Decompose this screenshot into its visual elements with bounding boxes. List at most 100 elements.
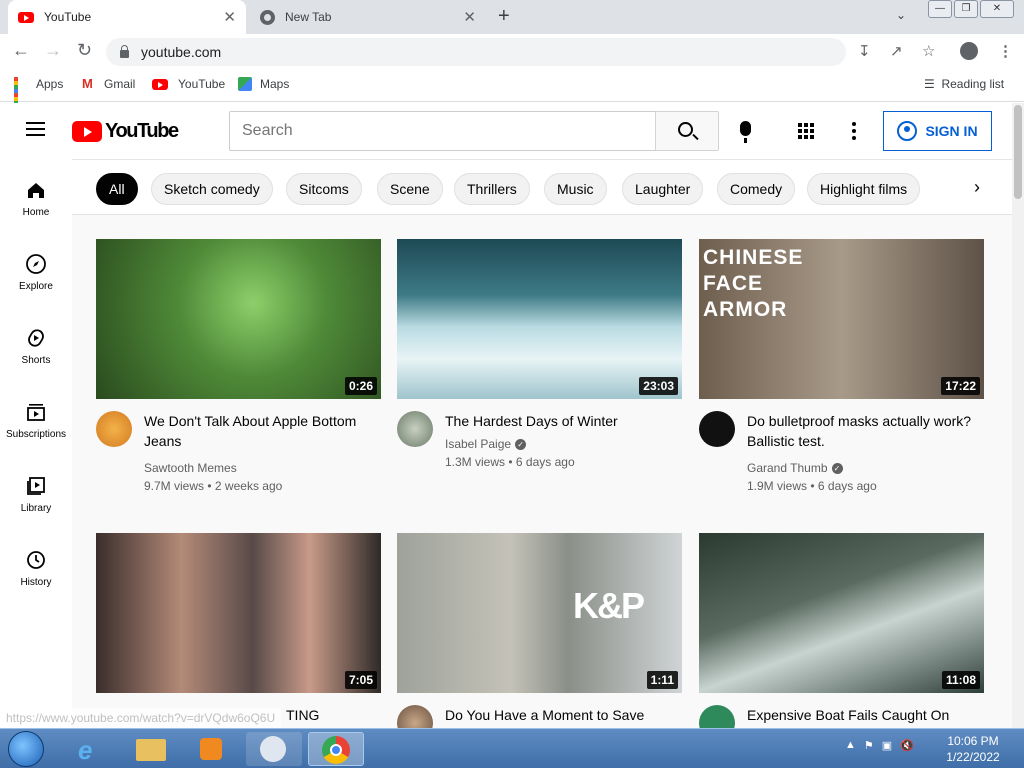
search-button[interactable] [655,111,719,151]
tab-title: YouTube [44,10,92,24]
new-tab-button[interactable]: + [498,5,510,28]
scrollbar-thumb[interactable] [1014,105,1022,199]
tab-new-tab[interactable]: New Tab ✕ [250,0,486,34]
chip-sketch-comedy[interactable]: Sketch comedy [151,173,273,205]
channel-name[interactable]: Garand Thumb [747,461,828,475]
video-title[interactable]: Expensive Boat Fails Caught On [747,705,977,725]
video-meta: Isabel Paige ✓ 1.3M views • 6 days ago [445,437,575,469]
file-explorer-icon[interactable] [124,732,180,766]
video-title[interactable]: Do bulletproof masks actually work? Ball… [747,411,977,451]
channel-avatar[interactable] [96,411,132,447]
video-title[interactable]: We Don't Talk About Apple Bottom Jeans [144,411,374,451]
channel-name[interactable]: Isabel Paige [445,437,511,451]
taskbar-app-icon[interactable] [246,732,302,766]
reading-list-label: Reading list [941,77,1005,91]
search-input[interactable] [229,111,656,151]
bookmarks-bar: Apps M Gmail YouTube Maps [0,70,1024,113]
video-thumbnail[interactable]: 7:05 [96,533,381,693]
chip-scene[interactable]: Scene [377,173,443,205]
taskbar-clock[interactable]: 10:06 PM 1/22/2022 [938,733,1008,765]
video-title[interactable]: Do You Have a Moment to Save [445,705,675,725]
address-bar[interactable]: youtube.com [106,38,846,66]
page-scrollbar[interactable] [1012,103,1024,728]
sidebar-item-home[interactable]: Home [0,179,72,218]
close-tab-icon[interactable]: ✕ [223,8,236,26]
reading-list-button[interactable]: ☰ Reading list [924,77,1004,91]
video-title[interactable]: TING [286,705,376,725]
sidebar-item-label: Subscriptions [5,429,67,440]
reload-icon[interactable]: ↻ [77,40,92,61]
chip-music[interactable]: Music [544,173,607,205]
close-tab-icon[interactable]: ✕ [463,8,476,26]
channel-avatar[interactable] [397,705,433,728]
video-thumbnail[interactable]: 11:08 [699,533,984,693]
video-thumbnail[interactable]: 23:03 [397,239,682,399]
video-thumbnail[interactable]: 0:26 [96,239,381,399]
upload-age: 6 days ago [817,479,877,493]
forward-arrow-icon[interactable]: → [44,40,62,61]
channel-avatar[interactable] [397,411,433,447]
library-icon [27,477,45,495]
bookmark-label: Maps [260,77,290,91]
windows-taskbar: e ▲ ⚑ ▣ 🔇 10:06 PM 1/22/2022 [0,728,1024,768]
volume-muted-icon[interactable]: 🔇 [900,739,914,752]
bookmark-youtube[interactable]: YouTube [152,77,225,91]
settings-more-icon[interactable] [852,122,856,143]
start-button-icon[interactable] [8,731,44,767]
video-duration: 0:26 [344,377,377,395]
chip-laughter[interactable]: Laughter [622,173,704,205]
chip-all[interactable]: All [96,173,138,205]
url-text: youtube.com [141,44,222,60]
chevron-right-icon[interactable]: › [974,177,980,198]
channel-avatar[interactable] [699,705,735,728]
youtube-logo[interactable]: YouTube [72,120,179,143]
clock-time: 10:06 PM [947,734,999,748]
youtube-logo-icon [72,121,102,142]
chip-highlight-films[interactable]: Highlight films [807,173,921,205]
close-window-button[interactable]: ✕ [980,0,1014,18]
bookmark-maps[interactable]: Maps [238,77,289,91]
chip-sitcoms[interactable]: Sitcoms [286,173,362,205]
network-icon[interactable]: ▣ [882,739,892,752]
video-thumbnail[interactable]: CHINESE FACE ARMOR 17:22 [699,239,984,399]
sign-in-button[interactable]: SIGN IN [883,111,992,151]
video-title[interactable]: The Hardest Days of Winter [445,411,675,431]
profile-avatar-icon[interactable] [960,42,978,60]
home-icon [28,183,44,198]
install-app-icon[interactable]: ↧ [858,42,871,60]
sidebar-item-label: Shorts [21,355,51,366]
chrome-taskbar-icon[interactable] [308,732,364,766]
verified-check-icon: ✓ [831,463,843,475]
sidebar-item-subscriptions[interactable]: Subscriptions [0,401,72,440]
chip-comedy[interactable]: Comedy [717,173,796,205]
microphone-icon[interactable] [740,121,751,143]
internet-explorer-icon[interactable]: e [64,732,120,766]
chip-thrillers[interactable]: Thrillers [454,173,530,205]
share-icon[interactable]: ↗ [890,42,903,60]
hamburger-menu-icon[interactable] [26,122,45,140]
bookmark-star-icon[interactable]: ☆ [922,42,935,60]
video-thumbnail[interactable]: K&P 1:11 [397,533,682,693]
channel-avatar[interactable] [699,411,735,447]
flag-icon[interactable]: ⚑ [864,739,874,752]
tray-expand-icon[interactable]: ▲ [845,739,856,752]
browser-menu-icon[interactable]: ⋮ [998,42,1013,60]
media-player-icon[interactable] [184,732,240,766]
youtube-apps-icon[interactable] [798,123,814,139]
tab-youtube[interactable]: YouTube ✕ [8,0,246,34]
bookmark-gmail[interactable]: M Gmail [82,77,135,92]
maps-icon [238,77,252,91]
sidebar-item-shorts[interactable]: Shorts [0,327,72,366]
sidebar-item-library[interactable]: Library [0,475,72,514]
maximize-button[interactable]: ❐ [954,0,978,18]
video-duration: 1:11 [646,671,678,689]
history-icon [27,551,45,569]
minimize-button[interactable]: — [928,0,952,18]
sidebar-item-history[interactable]: History [0,549,72,588]
back-arrow-icon[interactable]: ← [12,40,30,61]
tab-search-chevron-down-icon[interactable]: ⌄ [896,8,906,22]
bookmark-apps[interactable]: Apps [14,77,63,113]
sidebar-item-explore[interactable]: Explore [0,253,72,292]
channel-name[interactable]: Sawtooth Memes [144,459,282,477]
video-duration: 23:03 [639,377,678,395]
